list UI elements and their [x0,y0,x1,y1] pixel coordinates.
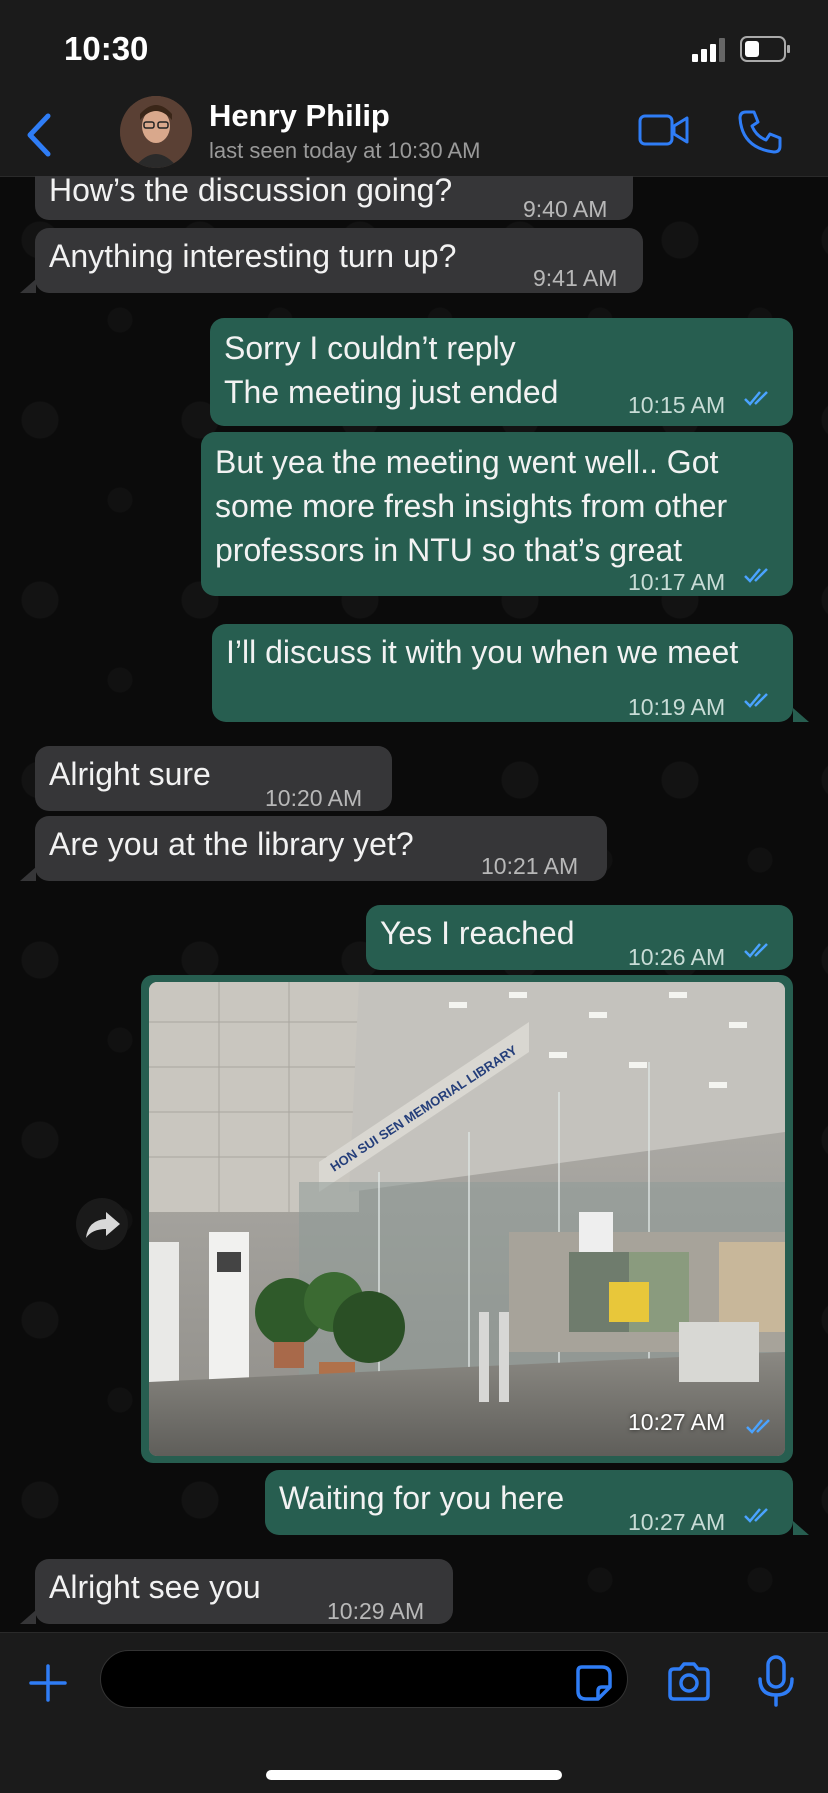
message-time: 10:26 AM [628,944,726,970]
forward-arrow-icon [86,1212,120,1238]
incoming-message[interactable]: Alright see you 10:29 AM [35,1559,453,1624]
message-text: Yes I reached [380,915,575,951]
message-text: Alright sure [49,756,211,792]
signal-icon [692,38,725,62]
library-photo[interactable]: HON SUI SEN MEMORIAL LIBRARY [149,982,785,1456]
message-time: 10:15 AM [628,392,726,418]
status-bar: 10:30 [0,0,828,96]
camera-icon[interactable] [666,1661,712,1703]
message-time: 10:19 AM [628,694,726,720]
outgoing-message[interactable]: But yea the meeting went well.. Got some… [201,432,793,596]
incoming-message[interactable]: How’s the discussion going? 9:40 AM [35,176,633,222]
read-ticks-icon [746,1419,770,1434]
message-text: Anything interesting turn up? [49,238,457,274]
read-ticks-icon [744,693,768,708]
chevron-left-icon[interactable] [22,110,58,160]
outgoing-message[interactable]: Yes I reached 10:26 AM [366,905,793,970]
message-text: But yea the meeting went well.. Got some… [215,444,728,568]
bubble-tail [793,1521,809,1535]
outgoing-message[interactable]: I’ll discuss it with you when we meet 10… [212,624,793,722]
incoming-message[interactable]: Anything interesting turn up? 9:41 AM [35,228,643,293]
image-time: 10:27 AM [628,1409,726,1435]
sticker-icon[interactable] [574,1663,614,1703]
outgoing-message[interactable]: Waiting for you here 10:27 AM [265,1470,793,1535]
message-list[interactable]: How’s the discussion going? 9:40 AM Anyt… [0,176,828,1632]
chat-header: Henry Philip last seen today at 10:30 AM [0,96,828,177]
bubble-tail [20,279,36,293]
contact-name[interactable]: Henry Philip [209,98,390,134]
message-text: Waiting for you here [279,1480,565,1516]
bubble-tail [20,1610,36,1624]
video-camera-icon[interactable] [638,112,690,148]
avatar[interactable] [120,96,192,168]
message-text: I’ll discuss it with you when we meet [226,634,739,670]
phone-icon[interactable] [736,108,784,156]
battery-icon [740,36,790,62]
read-ticks-icon [744,1508,768,1523]
message-input[interactable] [100,1650,628,1708]
message-time: 10:27 AM [628,1509,726,1535]
message-text: Are you at the library yet? [49,826,414,862]
outgoing-image-message[interactable]: HON SUI SEN MEMORIAL LIBRARY [141,975,793,1463]
home-indicator[interactable] [266,1770,562,1780]
bubble-tail [793,708,809,722]
message-text: Sorry I couldn’t reply The meeting just … [224,330,559,410]
message-time: 10:29 AM [327,1598,425,1624]
read-ticks-icon [744,391,768,406]
message-time: 9:40 AM [523,196,608,222]
message-time: 10:17 AM [628,569,726,595]
message-time: 10:20 AM [265,785,363,811]
message-text: Alright see you [49,1569,261,1605]
bubble-tail [20,867,36,881]
message-text: How’s the discussion going? [49,176,453,208]
message-time: 10:21 AM [481,853,579,879]
forward-button[interactable] [76,1198,128,1250]
incoming-message[interactable]: Alright sure 10:20 AM [35,746,392,811]
read-ticks-icon [744,943,768,958]
message-time: 9:41 AM [533,265,618,291]
microphone-icon[interactable] [756,1655,796,1707]
contact-last-seen: last seen today at 10:30 AM [209,138,481,163]
message-composer [0,1632,828,1793]
outgoing-message[interactable]: Sorry I couldn’t reply The meeting just … [210,318,793,426]
plus-icon[interactable] [28,1663,68,1703]
read-ticks-icon [744,568,768,583]
status-time: 10:30 [64,30,149,67]
incoming-message[interactable]: Are you at the library yet? 10:21 AM [35,816,607,881]
